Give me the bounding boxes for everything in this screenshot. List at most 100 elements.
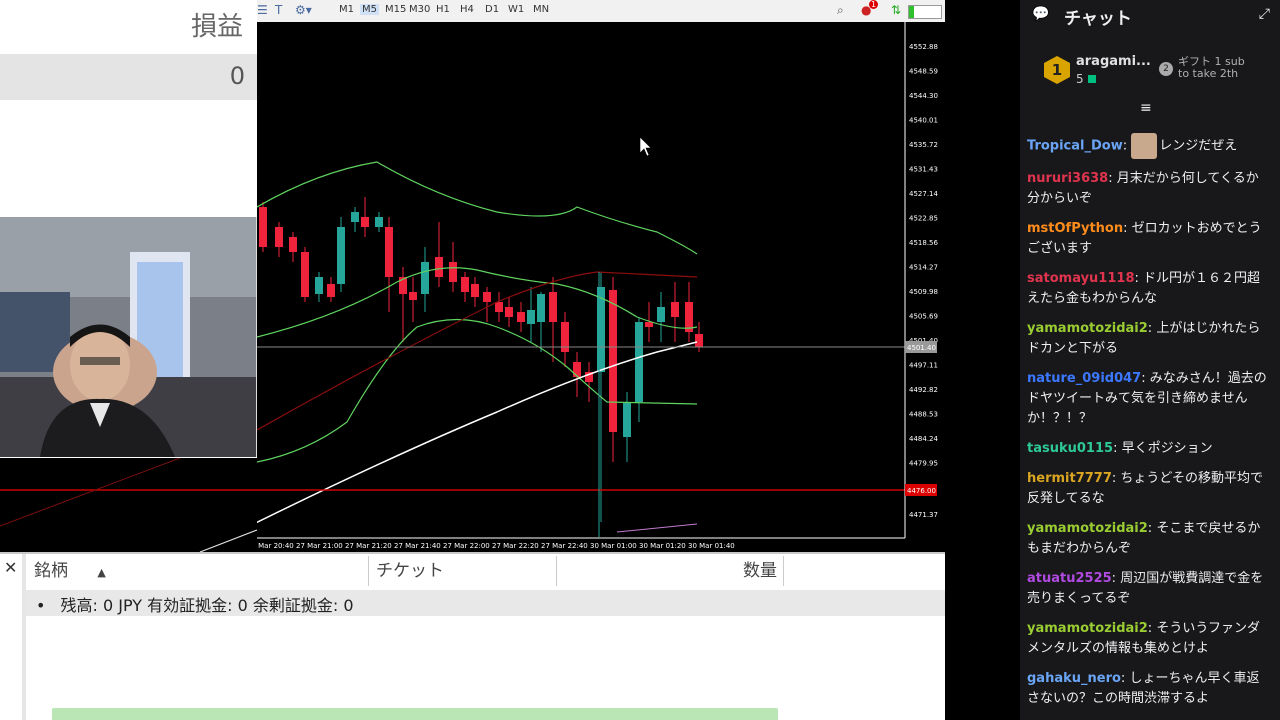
chat-username[interactable]: nururi3638 xyxy=(1027,171,1108,186)
chat-username[interactable]: yamamotozidai2 xyxy=(1027,621,1148,636)
candle-body xyxy=(301,252,309,297)
chat-username[interactable]: tasuku0115 xyxy=(1027,441,1113,456)
chat-username[interactable]: nature_09id047 xyxy=(1027,371,1141,386)
price-tick-label: 4544.30 xyxy=(909,92,938,100)
emote-icon xyxy=(1131,133,1158,159)
candle-body xyxy=(409,292,417,300)
candle-body xyxy=(315,277,323,294)
price-tick-label: 4488.53 xyxy=(909,411,938,419)
candle-body xyxy=(695,334,703,347)
popout-icon[interactable]: ⤢ xyxy=(1259,6,1270,22)
browser-tab-strip[interactable] xyxy=(52,708,778,720)
timeframe-h4[interactable]: H4 xyxy=(458,4,476,15)
chat-username[interactable]: gahaku_nero xyxy=(1027,671,1121,686)
chat-username[interactable]: yamamotozidai2 xyxy=(1027,321,1148,336)
chat-separator: : xyxy=(1134,271,1144,286)
balance-row[interactable]: • 残高: 0 JPY 有効証拠金: 0 余剰証拠金: 0 xyxy=(26,590,945,616)
leader-name: aragami... xyxy=(1076,54,1151,69)
time-tick-label: 27 Mar 22:20 xyxy=(492,542,539,550)
candle-body xyxy=(449,262,457,282)
current-price-label: 4501.40 xyxy=(907,344,936,352)
divider xyxy=(945,0,1020,720)
candle-body xyxy=(537,294,545,322)
bollinger-lower xyxy=(257,318,698,463)
chat-message: mstOfPython: ゼロカットおめでとうございます xyxy=(1020,219,1280,259)
chat-header: 💬 チャット ⤢ xyxy=(1020,0,1280,30)
chat-title: チャット xyxy=(1064,9,1132,29)
candle-body xyxy=(657,307,665,322)
signal-icon[interactable]: ⇅ xyxy=(891,3,901,17)
chat-message: yamamotozidai2: そういうファンダメンタルズの情報も集めとけよ xyxy=(1020,619,1280,659)
timeframe-mn[interactable]: MN xyxy=(531,4,551,15)
timeframe-m1[interactable]: M1 xyxy=(337,4,356,15)
chat-message: nature_09id047: みなみさん！過去のドヤツイートみて気を引き締めま… xyxy=(1020,369,1280,429)
candle-body xyxy=(361,217,369,227)
balance-text: 残高: 0 JPY 有効証拠金: 0 余剰証拠金: 0 xyxy=(60,596,354,615)
text-tool-icon[interactable]: T xyxy=(275,3,282,17)
chat-message: Tropical_Dow: レンジだぜえ xyxy=(1020,133,1280,159)
price-tick-label: 4484.24 xyxy=(909,435,938,443)
grid-lines-icon[interactable]: ☰ xyxy=(257,3,268,17)
chat-username[interactable]: satomayu1118 xyxy=(1027,271,1135,286)
time-tick-label: 30 Mar 01:40 xyxy=(688,542,735,550)
gift-leaderboard[interactable]: 1 aragami... 5 2 ギフト 1 sub to take 2th xyxy=(1020,46,1280,96)
candle-body xyxy=(645,322,653,327)
candle-body xyxy=(505,307,513,317)
chat-username[interactable]: mstOfPython xyxy=(1027,221,1123,236)
chat-username[interactable]: atuatu2525 xyxy=(1027,571,1112,586)
candle-body xyxy=(351,212,359,222)
price-tick-label: 4531.43 xyxy=(909,166,938,174)
price-tick-label: 4535.72 xyxy=(909,141,938,149)
column-header-ticket[interactable]: チケット xyxy=(376,556,557,586)
column-header-symbol[interactable]: 銘柄 ▲ xyxy=(34,556,369,586)
chat-message: atuatu2525: 周辺国が戦費調達で金を売りまくってるぞ xyxy=(1020,569,1280,609)
timeframe-m5[interactable]: M5 xyxy=(360,4,379,15)
chart-area-left xyxy=(0,457,258,553)
magenta-line xyxy=(616,523,698,533)
candle-body xyxy=(435,257,443,277)
time-tick-label: 27 Mar 22:40 xyxy=(541,542,588,550)
chat-username[interactable]: yamamotozidai2 xyxy=(1027,521,1148,536)
chat-message: tasuku0115: 早くポジション xyxy=(1020,439,1280,459)
candle-body xyxy=(327,284,335,297)
candle-body xyxy=(483,292,491,302)
time-tick-label: 27 Mar 20:40 xyxy=(257,542,294,550)
chat-message: yamamotozidai2: 上がはじかれたらドカンと下がる xyxy=(1020,319,1280,359)
candle-body xyxy=(275,227,283,247)
chat-messages: Tropical_Dow: レンジだぜえ nururi3638: 月末だから何して… xyxy=(1020,133,1280,719)
profit-loss-panel: 損益 0 xyxy=(0,0,257,218)
close-icon[interactable]: ✕ xyxy=(4,558,17,577)
timeframe-h1[interactable]: H1 xyxy=(434,4,452,15)
price-tick-label: 4509.98 xyxy=(909,288,938,296)
candle-body xyxy=(337,227,345,284)
time-tick-label: 27 Mar 21:00 xyxy=(296,542,343,550)
candle-body xyxy=(385,227,393,277)
candle-body xyxy=(635,322,643,402)
price-chart[interactable]: 4552.88 4548.59 4544.30 4540.01 4535.72 4531.… xyxy=(257,22,945,552)
search-icon[interactable]: ⌕ xyxy=(837,3,844,18)
timeframe-m15[interactable]: M15 xyxy=(383,4,408,15)
chat-message: nururi3638: 月末だから何してくるか分からいぞ xyxy=(1020,169,1280,209)
timeframe-m30[interactable]: M30 xyxy=(407,4,432,15)
rank-2-text: ギフト 1 sub to take 2th xyxy=(1178,55,1245,80)
algo-trading-indicator[interactable] xyxy=(908,5,942,19)
candle-body xyxy=(671,302,679,317)
timeframe-d1[interactable]: D1 xyxy=(483,4,501,15)
profit-loss-bar: 0 xyxy=(0,54,257,100)
timeframe-w1[interactable]: W1 xyxy=(506,4,526,15)
price-tick-label: 4471.37 xyxy=(909,511,938,519)
profit-loss-value: 0 xyxy=(229,62,245,90)
chat-text: レンジだぜえ xyxy=(1159,138,1238,154)
column-header-qty[interactable]: 数量 xyxy=(558,556,784,586)
price-tick-label: 4518.56 xyxy=(909,239,938,247)
chat-username[interactable]: hermit7777 xyxy=(1027,471,1112,486)
candle-body xyxy=(421,262,429,294)
chart-toolbar: ☰ T ⚙▾ M1 M5 M15 M30 H1 H4 D1 W1 MN ⌕ ● … xyxy=(257,0,945,23)
terminal-panel: ✕ 銘柄 ▲ チケット 数量 • 残高: 0 JPY 有効証拠金: 0 余剰証拠… xyxy=(0,552,945,720)
chat-username[interactable]: Tropical_Dow xyxy=(1027,139,1123,154)
sort-ascending-icon: ▲ xyxy=(97,566,106,579)
shapes-tool-icon[interactable]: ⚙▾ xyxy=(295,3,312,17)
collapse-icon[interactable]: ≡ xyxy=(1140,100,1152,116)
price-tick-label: 4479.95 xyxy=(909,460,938,468)
chat-separator: : xyxy=(1122,138,1132,154)
